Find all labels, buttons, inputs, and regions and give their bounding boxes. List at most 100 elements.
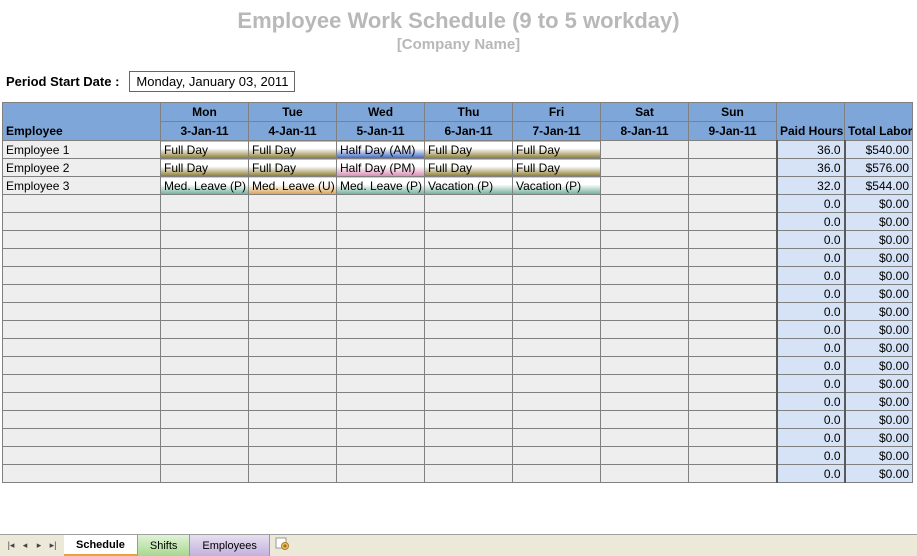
schedule-cell[interactable] xyxy=(601,339,689,357)
tab-nav-last-icon[interactable]: ▸| xyxy=(46,539,60,553)
schedule-cell[interactable] xyxy=(337,465,425,483)
schedule-cell[interactable] xyxy=(425,447,513,465)
employee-name-cell[interactable] xyxy=(3,267,161,285)
schedule-cell[interactable] xyxy=(689,393,777,411)
schedule-cell[interactable] xyxy=(513,447,601,465)
employee-name-cell[interactable]: Employee 3 xyxy=(3,177,161,195)
schedule-cell[interactable] xyxy=(601,411,689,429)
schedule-cell[interactable] xyxy=(425,303,513,321)
schedule-cell[interactable] xyxy=(689,321,777,339)
employee-name-cell[interactable] xyxy=(3,357,161,375)
tab-shifts[interactable]: Shifts xyxy=(138,535,191,556)
schedule-cell[interactable] xyxy=(601,429,689,447)
schedule-cell[interactable] xyxy=(161,249,249,267)
schedule-cell[interactable] xyxy=(689,357,777,375)
schedule-cell[interactable] xyxy=(161,465,249,483)
employee-name-cell[interactable]: Employee 1 xyxy=(3,141,161,159)
employee-name-cell[interactable] xyxy=(3,231,161,249)
schedule-cell[interactable] xyxy=(337,231,425,249)
schedule-cell[interactable] xyxy=(689,231,777,249)
employee-name-cell[interactable] xyxy=(3,447,161,465)
schedule-cell[interactable] xyxy=(601,447,689,465)
schedule-cell[interactable] xyxy=(161,321,249,339)
schedule-cell[interactable]: Half Day (AM) xyxy=(337,141,425,159)
schedule-cell[interactable] xyxy=(249,357,337,375)
employee-name-cell[interactable] xyxy=(3,411,161,429)
schedule-cell[interactable] xyxy=(161,195,249,213)
schedule-cell[interactable] xyxy=(425,411,513,429)
schedule-cell[interactable]: Full Day xyxy=(249,159,337,177)
schedule-cell[interactable] xyxy=(337,357,425,375)
schedule-cell[interactable] xyxy=(161,231,249,249)
schedule-cell[interactable] xyxy=(513,321,601,339)
schedule-cell[interactable] xyxy=(161,375,249,393)
schedule-cell[interactable] xyxy=(601,285,689,303)
schedule-cell[interactable] xyxy=(161,429,249,447)
schedule-cell[interactable] xyxy=(689,177,777,195)
schedule-cell[interactable]: Med. Leave (U) xyxy=(249,177,337,195)
schedule-cell[interactable] xyxy=(689,213,777,231)
schedule-cell[interactable] xyxy=(337,267,425,285)
schedule-cell[interactable] xyxy=(249,303,337,321)
schedule-cell[interactable] xyxy=(513,249,601,267)
schedule-cell[interactable] xyxy=(689,339,777,357)
tab-schedule[interactable]: Schedule xyxy=(64,535,138,556)
schedule-cell[interactable] xyxy=(337,375,425,393)
schedule-cell[interactable] xyxy=(249,285,337,303)
schedule-cell[interactable]: Med. Leave (P) xyxy=(337,177,425,195)
schedule-cell[interactable] xyxy=(601,177,689,195)
employee-name-cell[interactable] xyxy=(3,303,161,321)
schedule-cell[interactable] xyxy=(249,375,337,393)
schedule-cell[interactable] xyxy=(601,195,689,213)
schedule-cell[interactable] xyxy=(161,285,249,303)
schedule-cell[interactable] xyxy=(601,159,689,177)
schedule-cell[interactable] xyxy=(425,429,513,447)
schedule-cell[interactable]: Full Day xyxy=(249,141,337,159)
schedule-cell[interactable] xyxy=(161,339,249,357)
employee-name-cell[interactable] xyxy=(3,321,161,339)
employee-name-cell[interactable] xyxy=(3,429,161,447)
schedule-cell[interactable] xyxy=(249,195,337,213)
schedule-cell[interactable] xyxy=(249,249,337,267)
schedule-cell[interactable] xyxy=(689,267,777,285)
schedule-cell[interactable] xyxy=(689,375,777,393)
schedule-cell[interactable] xyxy=(425,393,513,411)
schedule-cell[interactable]: Half Day (PM) xyxy=(337,159,425,177)
tab-nav-first-icon[interactable]: |◂ xyxy=(4,539,18,553)
period-start-date-input[interactable]: Monday, January 03, 2011 xyxy=(129,71,295,92)
tab-nav-next-icon[interactable]: ▸ xyxy=(32,539,46,553)
schedule-cell[interactable] xyxy=(689,285,777,303)
schedule-cell[interactable] xyxy=(425,213,513,231)
schedule-cell[interactable] xyxy=(513,285,601,303)
schedule-cell[interactable] xyxy=(337,303,425,321)
tab-employees[interactable]: Employees xyxy=(190,535,269,556)
employee-name-cell[interactable] xyxy=(3,285,161,303)
schedule-cell[interactable]: Vacation (P) xyxy=(425,177,513,195)
schedule-cell[interactable] xyxy=(337,447,425,465)
schedule-cell[interactable] xyxy=(161,303,249,321)
employee-name-cell[interactable]: Employee 2 xyxy=(3,159,161,177)
new-sheet-icon[interactable] xyxy=(274,535,290,551)
schedule-cell[interactable] xyxy=(513,213,601,231)
schedule-cell[interactable] xyxy=(513,393,601,411)
schedule-cell[interactable] xyxy=(425,375,513,393)
schedule-cell[interactable] xyxy=(249,213,337,231)
schedule-cell[interactable] xyxy=(337,285,425,303)
schedule-cell[interactable] xyxy=(425,267,513,285)
schedule-cell[interactable] xyxy=(425,465,513,483)
schedule-cell[interactable] xyxy=(337,429,425,447)
employee-name-cell[interactable] xyxy=(3,375,161,393)
schedule-cell[interactable] xyxy=(337,195,425,213)
schedule-cell[interactable]: Full Day xyxy=(161,141,249,159)
schedule-cell[interactable] xyxy=(249,393,337,411)
employee-name-cell[interactable] xyxy=(3,465,161,483)
schedule-cell[interactable] xyxy=(601,303,689,321)
schedule-cell[interactable] xyxy=(249,411,337,429)
schedule-cell[interactable] xyxy=(337,321,425,339)
schedule-cell[interactable] xyxy=(601,267,689,285)
employee-name-cell[interactable] xyxy=(3,249,161,267)
schedule-cell[interactable] xyxy=(425,357,513,375)
schedule-cell[interactable] xyxy=(337,393,425,411)
schedule-cell[interactable] xyxy=(337,339,425,357)
schedule-cell[interactable] xyxy=(689,195,777,213)
